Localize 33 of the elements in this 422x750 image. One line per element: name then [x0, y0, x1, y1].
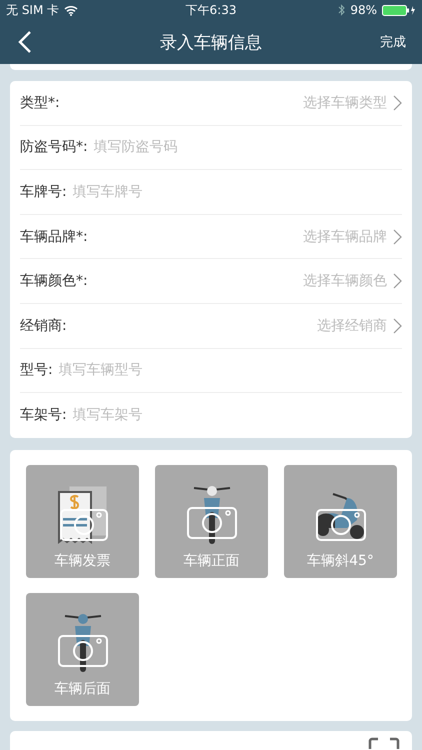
select-field[interactable]: 选择车辆类型: [303, 94, 387, 112]
chevron-right-icon: [393, 318, 402, 334]
done-button[interactable]: 完成: [380, 33, 406, 51]
bluetooth-icon: [338, 4, 346, 16]
wifi-icon: [64, 4, 78, 16]
chevron-right-icon: [393, 228, 402, 245]
photo-upload-button[interactable]: 车辆斜45°: [284, 464, 397, 578]
field-label: 型号:: [20, 361, 53, 380]
field-label: 防盗号码*:: [20, 138, 88, 156]
select-field[interactable]: 选择车辆品牌: [303, 228, 387, 246]
field-label: 车辆颜色*:: [20, 272, 88, 290]
page-title: 录入车辆信息: [160, 32, 262, 54]
input-field[interactable]: 填写车辆型号: [56, 361, 402, 380]
back-icon[interactable]: [18, 31, 32, 53]
battery-percent: 98%: [350, 3, 377, 17]
carrier-text: 无 SIM 卡: [6, 2, 60, 18]
photo-upload-button[interactable]: 车辆发票: [26, 464, 139, 578]
field-label: 类型*:: [20, 94, 60, 112]
field-label: 车架号:: [20, 406, 67, 424]
input-field[interactable]: 填写车牌号: [70, 182, 402, 201]
select-field[interactable]: 选择经销商: [317, 316, 387, 335]
chevron-right-icon: [393, 273, 402, 290]
chevron-right-icon: [393, 94, 402, 111]
clock-text: 下午6:33: [186, 2, 236, 18]
field-label: 车辆品牌*:: [20, 228, 88, 246]
input-field[interactable]: 填写防盗号码: [92, 138, 402, 156]
battery-icon: [382, 4, 416, 16]
photo-upload-button[interactable]: 车辆后面: [26, 592, 139, 706]
select-field[interactable]: 选择车辆颜色: [303, 272, 387, 290]
field-label: 车牌号:: [20, 182, 67, 201]
input-field[interactable]: 填写车架号: [70, 406, 402, 424]
field-label: 经销商:: [20, 316, 67, 335]
photo-upload-button[interactable]: 车辆正面: [155, 464, 268, 578]
